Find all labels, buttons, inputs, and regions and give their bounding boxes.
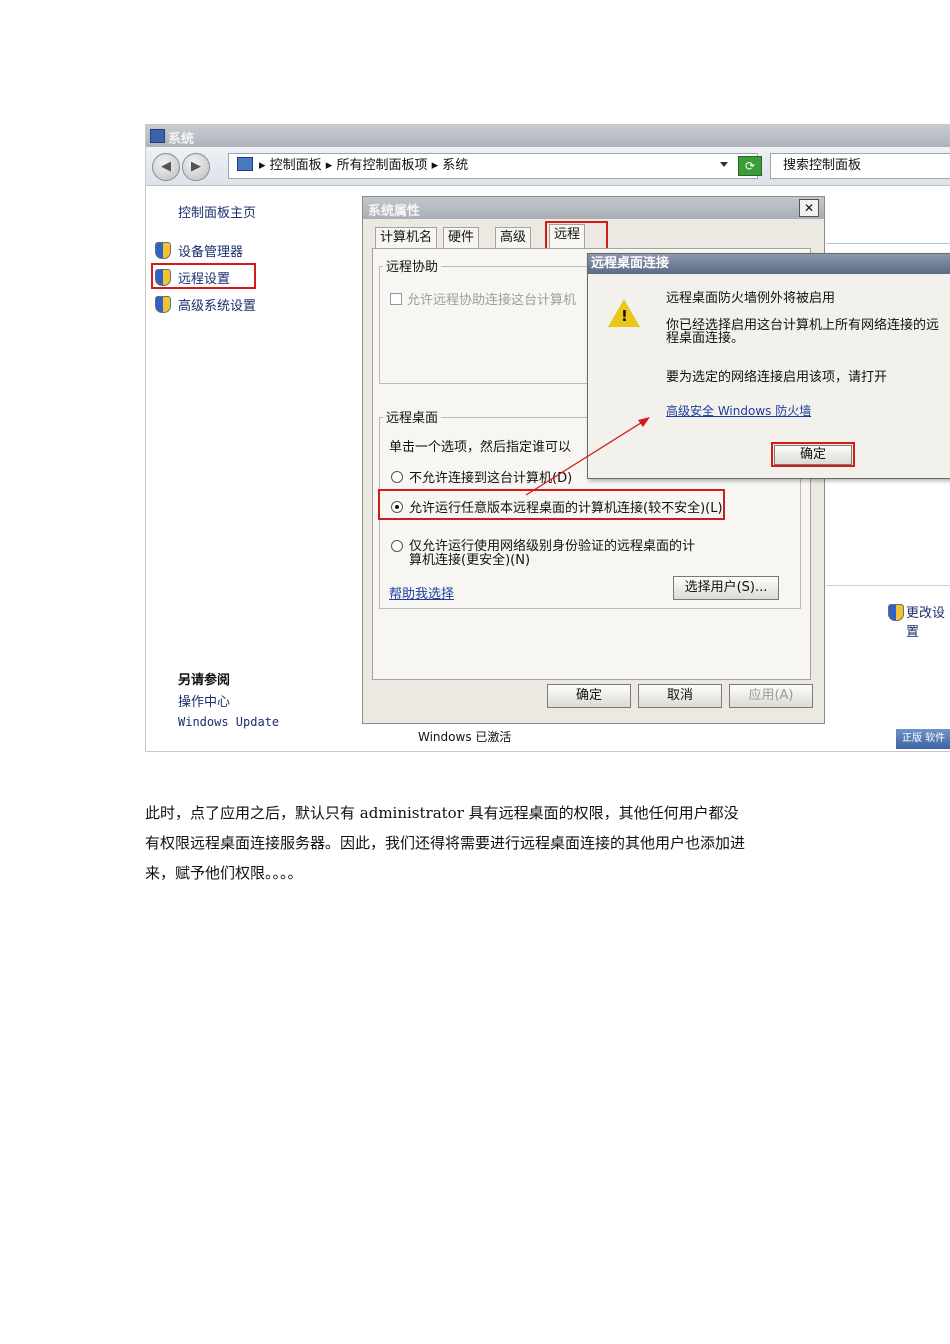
screenshot-figure: 系统 ◀ ▶ ▸ 控制面板 ▸ 所有控制面板项 ▸ 系统 ⟳ 搜索控制面板 控制… xyxy=(145,124,950,752)
body-text-line1: 此时，点了应用之后，默认只有 administrator 具有远程桌面的权限，其… xyxy=(145,804,739,822)
body-text-line2: 有权限远程桌面连接服务器。因此，我们还得将需要进行远程桌面连接的其他用户也添加进 xyxy=(145,834,746,852)
body-text-line3: 来，赋予他们权限。。。。 xyxy=(145,864,303,882)
arrow-head xyxy=(638,417,650,427)
annotation-arrow xyxy=(525,417,650,496)
arrow-line xyxy=(525,420,645,496)
